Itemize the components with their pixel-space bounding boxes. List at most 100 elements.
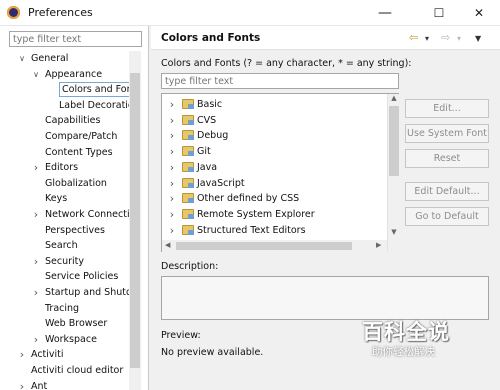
use-system-font-button[interactable]: Use System Font <box>405 124 489 143</box>
tree-filter-input[interactable] <box>9 31 142 47</box>
preferences-window: Preferences — ☐ ✕ ∨ General ∨ Appearance Col… <box>0 0 500 390</box>
tree-item-label: Tracing <box>45 302 80 314</box>
go-to-default-button[interactable]: Go to Default <box>405 207 489 226</box>
minimize-button[interactable]: — <box>362 0 408 26</box>
tree-scrollbar[interactable] <box>129 51 141 390</box>
collapsed-chevron-icon[interactable]: › <box>168 191 176 206</box>
folder-icon <box>182 177 194 188</box>
description-label: Description: <box>161 261 219 272</box>
collapsed-chevron-icon[interactable]: › <box>168 97 176 112</box>
tree-scrollbar-thumb[interactable] <box>130 73 140 368</box>
collapsed-chevron-icon[interactable]: › <box>168 113 176 128</box>
tree-item[interactable]: › Ant <box>0 379 130 390</box>
category-item[interactable]: › Remote System Explorer <box>162 207 386 222</box>
watermark: 百科全说 助你轻松解决 <box>340 316 492 366</box>
category-item[interactable]: › Debug <box>162 128 386 143</box>
tree-item[interactable]: Label Decorations <box>0 98 130 113</box>
category-item[interactable]: › Java <box>162 160 386 175</box>
scroll-down-icon[interactable]: ▼ <box>388 228 400 240</box>
tree-item[interactable]: Activiti cloud editor <box>0 363 130 378</box>
category-item[interactable]: › Other defined by CSS <box>162 191 386 206</box>
tree-item[interactable]: Content Types <box>0 145 130 160</box>
collapsed-chevron-icon[interactable]: › <box>32 254 40 269</box>
page-header: Colors and Fonts ⇦ ▾ ⇨ ▾ ▼ <box>151 26 500 50</box>
scroll-right-icon[interactable]: ▶ <box>376 241 381 249</box>
tree-item[interactable]: Colors and Fonts <box>0 82 130 98</box>
reset-button[interactable]: Reset <box>405 149 489 168</box>
watermark-slogan: 助你轻松解决 <box>372 346 435 358</box>
window-title: Preferences <box>28 6 93 19</box>
edit-button[interactable]: Edit... <box>405 99 489 118</box>
colors-filter-input[interactable] <box>161 73 399 89</box>
tree-item[interactable]: Globalization <box>0 176 130 191</box>
tree-item-label: Workspace <box>45 333 97 345</box>
tree-item[interactable]: › Network Connections <box>0 207 130 222</box>
collapsed-chevron-icon[interactable]: › <box>168 176 176 191</box>
collapsed-chevron-icon[interactable]: › <box>168 144 176 159</box>
tree-item[interactable]: › Editors <box>0 160 130 175</box>
collapsed-chevron-icon[interactable]: › <box>32 207 40 222</box>
expanded-chevron-icon[interactable]: ∨ <box>32 67 40 82</box>
category-label: CVS <box>197 114 217 126</box>
close-button[interactable]: ✕ <box>456 0 500 26</box>
list-vertical-scrollbar[interactable]: ▲ ▼ <box>387 94 399 252</box>
list-scrollbar-thumb[interactable] <box>389 106 399 176</box>
edit-default-button[interactable]: Edit Default... <box>405 182 489 201</box>
tree-item[interactable]: Search <box>0 238 130 253</box>
forward-dropdown-icon[interactable]: ▾ <box>457 34 461 43</box>
tree-item[interactable]: Tracing <box>0 301 130 316</box>
collapsed-chevron-icon[interactable]: › <box>168 160 176 175</box>
view-menu-icon[interactable]: ▼ <box>475 34 481 43</box>
tree-item[interactable]: Capabilities <box>0 113 130 128</box>
expanded-chevron-icon[interactable]: ∨ <box>18 51 26 66</box>
forward-arrow-icon[interactable]: ⇨ <box>441 31 450 44</box>
collapsed-chevron-icon[interactable]: › <box>168 207 176 222</box>
tree-item[interactable]: ∨ General <box>0 51 130 66</box>
tree-item-label: Startup and Shutdown <box>45 287 130 298</box>
back-arrow-icon[interactable]: ⇦ <box>409 31 418 44</box>
tree-item-label: Label Decorations <box>59 99 130 111</box>
back-dropdown-icon[interactable]: ▾ <box>425 34 429 43</box>
tree-item-label: General <box>31 53 69 64</box>
category-item[interactable]: › CVS <box>162 113 386 128</box>
folder-icon <box>182 208 194 219</box>
folder-icon <box>182 99 194 109</box>
category-item[interactable]: › Git <box>162 144 386 159</box>
scroll-up-icon[interactable]: ▲ <box>388 94 400 106</box>
category-item[interactable]: › Structured Text Editors <box>162 223 386 238</box>
category-item[interactable]: › JavaScript <box>162 176 386 191</box>
folder-icon <box>182 146 194 157</box>
tree-item[interactable]: › Activiti <box>0 347 130 362</box>
collapsed-chevron-icon[interactable]: › <box>18 379 26 390</box>
scroll-left-icon[interactable]: ◀ <box>165 241 170 249</box>
tree-item[interactable]: Web Browser <box>0 316 130 331</box>
category-item[interactable]: › Basic <box>162 97 386 112</box>
page-title: Colors and Fonts <box>161 32 261 44</box>
tree-item[interactable]: Perspectives <box>0 223 130 238</box>
collapsed-chevron-icon[interactable]: › <box>168 128 176 143</box>
tree-item[interactable]: › Workspace <box>0 332 130 347</box>
collapsed-chevron-icon[interactable]: › <box>168 223 176 238</box>
category-label: Java <box>197 161 218 173</box>
tree-item[interactable]: Keys <box>0 191 130 206</box>
tree-item[interactable]: Service Policies <box>0 269 130 284</box>
category-label: Structured Text Editors <box>197 224 306 236</box>
collapsed-chevron-icon[interactable]: › <box>18 347 26 362</box>
colors-fonts-tree: › Basic › CVS › Debug › Git › Java › JavaScript › Oth… <box>161 93 399 252</box>
tree-item[interactable]: › Startup and Shutdown <box>0 285 130 300</box>
collapsed-chevron-icon[interactable]: › <box>32 285 40 300</box>
watermark-logo-text: 百科全说 <box>362 320 450 344</box>
category-label: Git <box>197 146 211 158</box>
tree-item-label: Activiti <box>31 349 64 361</box>
tree-item[interactable]: ∨ Appearance <box>0 67 130 82</box>
filter-instruction: Colors and Fonts (? = any character, * =… <box>161 58 412 69</box>
tree-item-label: Ant <box>31 380 48 390</box>
tree-item-label: Web Browser <box>45 318 108 330</box>
tree-item[interactable]: Compare/Patch <box>0 129 130 144</box>
list-horizontal-scrollbar[interactable]: ◀ ▶ <box>162 240 387 252</box>
collapsed-chevron-icon[interactable]: › <box>32 332 40 347</box>
collapsed-chevron-icon[interactable]: › <box>32 160 40 175</box>
tree-item[interactable]: › Security <box>0 254 130 269</box>
tree-item-label: Content Types <box>45 146 113 158</box>
list-hscroll-thumb[interactable] <box>176 242 352 250</box>
